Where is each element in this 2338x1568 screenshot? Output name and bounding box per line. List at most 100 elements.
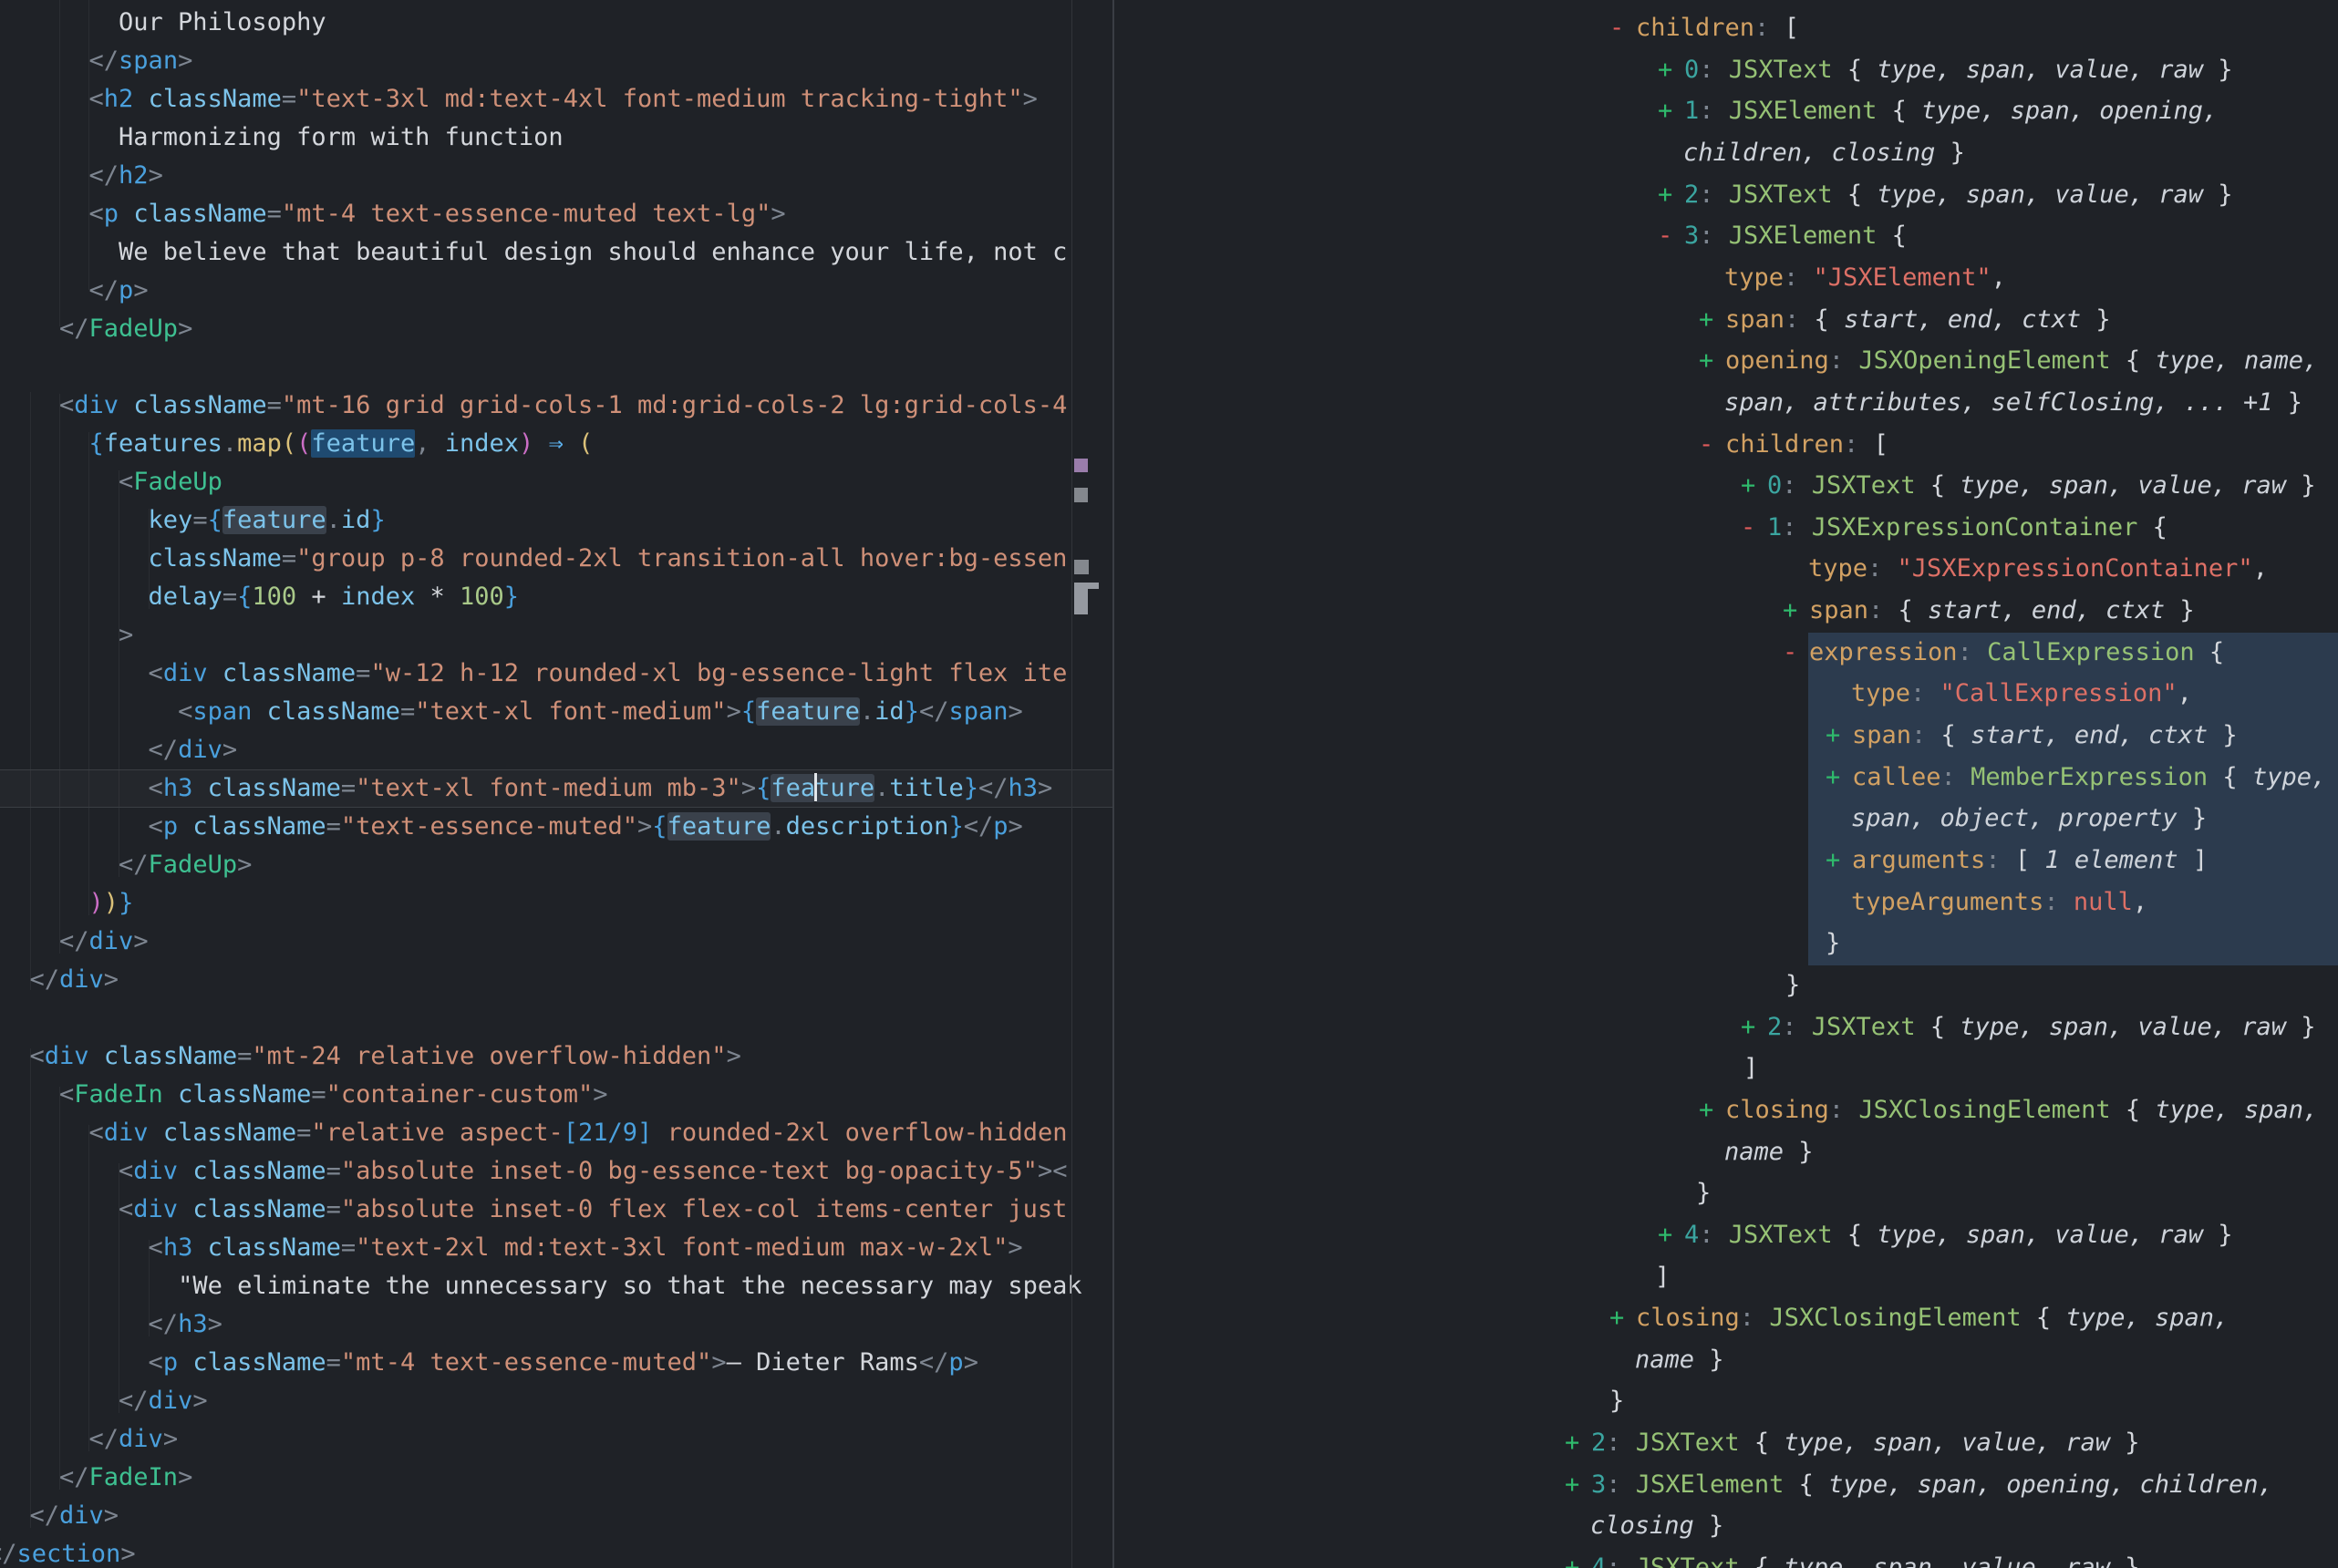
expand-toggle[interactable]: + — [1826, 757, 1852, 799]
code-line[interactable]: > — [0, 616, 1112, 655]
ast-node-row[interactable]: +4: JSXText { type, span, value, raw } — [1565, 1547, 2140, 1568]
ast-node-row[interactable]: +4: JSXText { type, span, value, raw } — [1658, 1214, 2233, 1256]
expand-toggle[interactable]: + — [1658, 90, 1684, 132]
collapse-toggle[interactable]: - — [1699, 424, 1725, 466]
code-line[interactable]: <div className="w-12 h-12 rounded-xl bg-… — [0, 655, 1112, 693]
ast-node-row[interactable]: +closing: JSXClosingElement { type, span… — [1699, 1089, 2318, 1131]
ast-node-row[interactable]: ] — [1743, 1047, 1758, 1089]
ast-node-row[interactable]: +0: JSXText { type, span, value, raw } — [1741, 465, 2316, 507]
code-line[interactable]: </div> — [0, 731, 1112, 769]
code-line[interactable]: <div className="mt-24 relative overflow-… — [0, 1037, 1112, 1076]
ast-node-row[interactable]: +span: { start, end, ctxt } — [1826, 715, 2238, 757]
ast-node-row[interactable]: type: "JSXElement", — [1724, 257, 2006, 299]
expand-toggle[interactable]: + — [1826, 840, 1852, 882]
code-line[interactable]: <FadeIn className="container-custom"> — [0, 1076, 1112, 1114]
code-line[interactable]: </div> — [0, 1497, 1112, 1535]
collapse-toggle[interactable]: - — [1658, 215, 1684, 257]
code-line[interactable]: <FadeUp — [0, 463, 1112, 501]
code-line[interactable]: </div> — [0, 1382, 1112, 1420]
ast-node-row[interactable]: +0: JSXText { type, span, value, raw } — [1658, 49, 2233, 91]
code-line[interactable]: </span> — [0, 42, 1112, 80]
ast-node-row[interactable]: -expression: CallExpression { — [1783, 632, 2224, 674]
ast-node-row[interactable]: span, object, property } — [1851, 798, 2207, 840]
code-line[interactable]: </h2> — [0, 157, 1112, 195]
expand-toggle[interactable]: + — [1741, 1006, 1767, 1048]
expand-toggle[interactable]: + — [1609, 1297, 1636, 1339]
expand-toggle[interactable]: + — [1565, 1422, 1591, 1464]
expand-toggle[interactable]: + — [1783, 590, 1809, 632]
ast-node-row[interactable]: +2: JSXText { type, span, value, raw } — [1565, 1422, 2140, 1464]
ast-node-row[interactable]: +closing: JSXClosingElement { type, span… — [1609, 1297, 2229, 1339]
code-line[interactable]: </FadeUp> — [0, 846, 1112, 884]
ast-node-row[interactable]: +span: { start, end, ctxt } — [1783, 590, 2195, 632]
code-line[interactable]: <span className="text-xl font-medium">{f… — [0, 693, 1112, 731]
expand-toggle[interactable]: + — [1658, 174, 1684, 216]
code-line[interactable]: <div className="absolute inset-0 bg-esse… — [0, 1152, 1112, 1191]
code-line[interactable]: "We eliminate the unnecessary so that th… — [0, 1267, 1112, 1305]
ast-node-row[interactable]: +span: { start, end, ctxt } — [1699, 299, 2111, 341]
ast-node-row[interactable]: closing } — [1590, 1505, 1723, 1547]
code-line-current[interactable]: <h3 className="text-xl font-medium mb-3"… — [0, 769, 1112, 808]
ast-node-row[interactable]: name } — [1635, 1339, 1724, 1381]
ast-node-row[interactable]: name } — [1724, 1131, 1814, 1173]
ast-node-row[interactable]: -children: [ — [1609, 7, 1799, 49]
code-line[interactable]: <p className="mt-4 text-essence-muted">—… — [0, 1344, 1112, 1382]
code-line[interactable]: <h3 className="text-2xl md:text-3xl font… — [0, 1229, 1112, 1267]
ast-node-row[interactable]: +1: JSXElement { type, span, opening, — [1658, 90, 2218, 132]
expand-toggle[interactable]: + — [1699, 299, 1725, 341]
code-line[interactable]: delay={100 + index * 100} — [0, 578, 1112, 616]
ast-node-row[interactable]: +arguments: [ 1 element ] — [1826, 840, 2208, 882]
code-line[interactable]: <h2 className="text-3xl md:text-4xl font… — [0, 80, 1112, 119]
collapse-toggle[interactable]: - — [1783, 632, 1809, 674]
code-line[interactable]: {features.map((feature, index) ⇒ ( — [0, 425, 1112, 463]
expand-toggle[interactable]: + — [1658, 1214, 1684, 1256]
expand-toggle[interactable]: + — [1565, 1547, 1591, 1568]
ast-node-row[interactable]: } — [1696, 1172, 1711, 1214]
collapse-toggle[interactable]: - — [1741, 507, 1767, 549]
ast-node-row[interactable]: children, closing } — [1683, 132, 1965, 174]
code-line[interactable]: <p className="mt-4 text-essence-muted te… — [0, 195, 1112, 233]
code-line[interactable]: key={feature.id} — [0, 501, 1112, 540]
ast-node-row[interactable]: ] — [1655, 1256, 1670, 1298]
ast-node-row[interactable]: +2: JSXText { type, span, value, raw } — [1741, 1006, 2316, 1048]
expand-toggle[interactable]: + — [1565, 1464, 1591, 1506]
collapse-toggle[interactable]: - — [1609, 7, 1636, 49]
ast-node-row[interactable]: -3: JSXElement { — [1658, 215, 1907, 257]
code-line[interactable]: <div className="absolute inset-0 flex fl… — [0, 1191, 1112, 1229]
code-line[interactable]: </div> — [0, 923, 1112, 961]
code-line[interactable]: Harmonizing form with function — [0, 119, 1112, 157]
ast-node-row[interactable]: -1: JSXExpressionContainer { — [1741, 507, 2167, 549]
ast-node-row[interactable]: type: "CallExpression", — [1851, 673, 2192, 715]
ast-node-row[interactable]: span, attributes, selfClosing, ... +1 } — [1724, 382, 2302, 424]
code-line[interactable]: ))} — [0, 884, 1112, 923]
code-line[interactable]: We believe that beautiful design should … — [0, 233, 1112, 272]
code-line[interactable]: <div className="mt-16 grid grid-cols-1 m… — [0, 387, 1112, 425]
code-line[interactable]: <div className="relative aspect-[21/9] r… — [0, 1114, 1112, 1152]
code-line[interactable]: </FadeIn> — [0, 1459, 1112, 1497]
code-line[interactable]: <p className="text-essence-muted">{featu… — [0, 808, 1112, 846]
ast-node-row[interactable]: -children: [ — [1699, 424, 1888, 466]
ast-node-row[interactable]: +3: JSXElement { type, span, opening, ch… — [1565, 1464, 2273, 1506]
ast-node-row[interactable]: type: "JSXExpressionContainer", — [1808, 548, 2268, 590]
expand-toggle[interactable]: + — [1699, 1089, 1725, 1131]
code-line[interactable] — [0, 348, 1094, 387]
ast-node-row[interactable]: typeArguments: null, — [1851, 882, 2147, 923]
code-line[interactable]: </h3> — [0, 1305, 1112, 1344]
ast-node-row[interactable]: } — [1826, 923, 1840, 965]
ast-node-row[interactable]: +callee: MemberExpression { type, — [1826, 757, 2326, 799]
expand-toggle[interactable]: + — [1826, 715, 1852, 757]
code-line[interactable]: </p> — [0, 272, 1112, 310]
code-line[interactable]: </section> — [0, 1535, 1081, 1568]
code-line[interactable]: className="group p-8 rounded-2xl transit… — [0, 540, 1112, 578]
ast-node-row[interactable]: } — [1785, 965, 1800, 1006]
code-line[interactable]: </FadeUp> — [0, 310, 1112, 348]
code-line[interactable]: Our Philosophy — [0, 4, 1112, 42]
expand-toggle[interactable]: + — [1658, 49, 1684, 91]
expand-toggle[interactable]: + — [1699, 340, 1725, 382]
ast-node-row[interactable]: } — [1609, 1380, 1624, 1422]
ast-node-row[interactable]: +opening: JSXOpeningElement { type, name… — [1699, 340, 2318, 382]
code-area[interactable]: Our Philosophy</span><h2 className="text… — [0, 4, 1094, 1568]
ast-node-row[interactable]: +2: JSXText { type, span, value, raw } — [1658, 174, 2233, 216]
expand-toggle[interactable]: + — [1741, 465, 1767, 507]
code-line[interactable]: </div> — [0, 961, 1112, 999]
